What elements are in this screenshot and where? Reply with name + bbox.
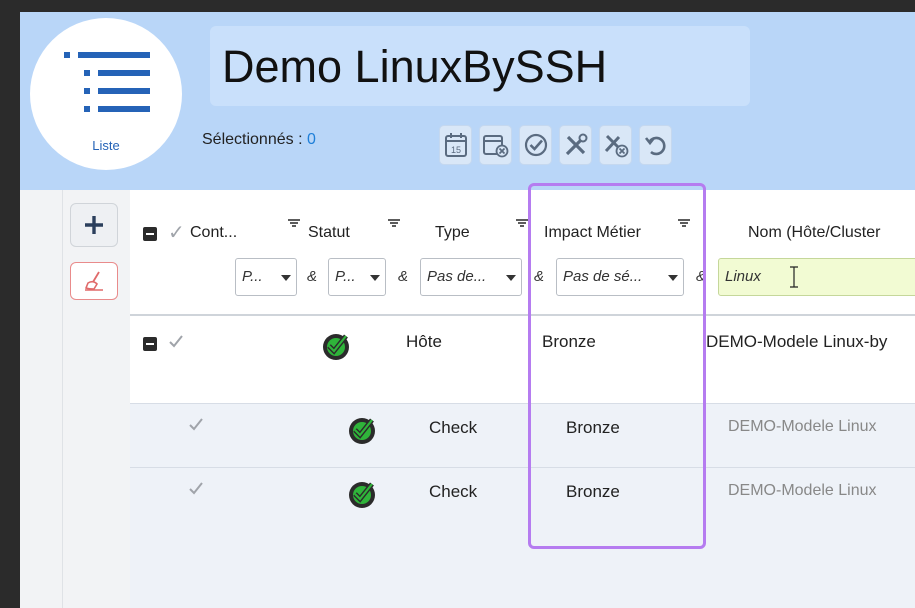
header: Liste Demo LinuxBySSH Sélectionnés : 0 1…	[20, 12, 915, 190]
table-row[interactable]: Check Bronze DEMO-Modele Linux	[130, 404, 915, 468]
sort-icon[interactable]	[288, 218, 300, 228]
plus-icon	[85, 216, 103, 234]
col-cont-header[interactable]: Cont...	[190, 224, 237, 242]
undo-button[interactable]	[639, 125, 672, 165]
cancel-maintenance-button[interactable]	[599, 125, 632, 165]
filter-impact-select[interactable]: Pas de sé...	[556, 258, 684, 296]
app-window: Liste Demo LinuxBySSH Sélectionnés : 0 1…	[20, 12, 915, 608]
selected-label: Sélectionnés :	[202, 131, 307, 148]
row-nom[interactable]: DEMO-Modele Linux-by	[706, 332, 887, 352]
filter-type-value: Pas de...	[427, 268, 487, 285]
filter-cont-value: P...	[242, 268, 263, 285]
clear-filters-button[interactable]	[70, 262, 118, 300]
filter-nom-value: Linux	[725, 268, 761, 285]
action-toolbar: 15	[439, 125, 672, 165]
acknowledge-check-icon[interactable]	[168, 333, 184, 349]
col-impact-header[interactable]: Impact Métier	[544, 224, 641, 242]
status-ok-icon	[349, 418, 375, 444]
selected-count[interactable]: 0	[307, 131, 316, 148]
row-impact: Bronze	[566, 418, 620, 437]
col-type-header[interactable]: Type	[435, 224, 470, 242]
maintenance-button[interactable]	[559, 125, 592, 165]
collapse-row-icon[interactable]	[142, 336, 158, 352]
text-cursor-icon	[790, 266, 798, 288]
list-icon	[64, 52, 150, 112]
table-row[interactable]: Hôte Bronze DEMO-Modele Linux-by	[130, 316, 915, 404]
row-impact: Bronze	[566, 482, 620, 501]
left-panel	[20, 190, 63, 608]
undo-icon	[644, 136, 666, 156]
row-nom[interactable]: DEMO-Modele Linux	[728, 418, 877, 436]
filter-statut-select[interactable]: P...	[328, 258, 386, 296]
calendar-cancel-icon	[482, 135, 508, 158]
title-field[interactable]: Demo LinuxBySSH	[210, 26, 750, 106]
table-row[interactable]: Check Bronze DEMO-Modele Linux	[130, 468, 915, 532]
acknowledge-check-icon[interactable]	[188, 480, 204, 496]
cancel-downtime-button[interactable]	[479, 125, 512, 165]
sort-icon[interactable]	[388, 218, 400, 228]
row-type: Check	[429, 418, 478, 437]
status-ok-icon	[349, 482, 375, 508]
chevron-down-icon	[370, 275, 380, 281]
chevron-down-icon	[506, 275, 516, 281]
filter-cont-select[interactable]: P...	[235, 258, 297, 296]
acknowledge-button[interactable]	[519, 125, 552, 165]
sort-icon[interactable]	[678, 218, 690, 228]
row-type: Hôte	[406, 332, 442, 351]
filter-statut-value: P...	[335, 268, 356, 285]
add-button[interactable]	[70, 203, 118, 247]
filter-nom-input[interactable]: Linux	[718, 258, 915, 296]
col-nom-header[interactable]: Nom (Hôte/Cluster	[748, 224, 880, 242]
filter-type-select[interactable]: Pas de...	[420, 258, 522, 296]
collapse-all-icon[interactable]	[142, 226, 158, 242]
tools-icon	[565, 133, 587, 156]
calendar-15-icon: 15	[444, 133, 467, 157]
acknowledge-check-icon[interactable]	[188, 416, 204, 432]
filter-separator: &	[398, 268, 409, 285]
selected-counter: Sélectionnés : 0	[202, 131, 316, 149]
filter-separator: &	[696, 268, 707, 285]
page-title: Demo LinuxBySSH	[222, 41, 608, 92]
sort-icon[interactable]	[516, 218, 528, 228]
check-circle-icon	[524, 133, 547, 157]
col-ack-header[interactable]: ✓	[168, 220, 185, 245]
list-view-button[interactable]: Liste	[30, 18, 182, 170]
row-nom[interactable]: DEMO-Modele Linux	[728, 482, 877, 500]
data-grid: ✓ Cont... Statut Type Impact Métier Nom …	[130, 190, 915, 608]
grid-header: ✓ Cont... Statut Type Impact Métier Nom …	[130, 190, 915, 316]
filter-impact-value: Pas de sé...	[563, 268, 643, 285]
filter-separator: &	[534, 268, 545, 285]
status-ok-icon	[323, 334, 349, 360]
logo-label: Liste	[92, 138, 120, 153]
filter-separator: &	[307, 268, 318, 285]
schedule-downtime-button[interactable]: 15	[439, 125, 472, 165]
tools-cancel-icon	[604, 134, 628, 158]
chevron-down-icon	[281, 275, 291, 281]
broom-icon	[84, 271, 103, 291]
svg-text:15: 15	[450, 145, 460, 155]
col-statut-header[interactable]: Statut	[308, 224, 350, 242]
row-type: Check	[429, 482, 478, 501]
chevron-down-icon	[668, 275, 678, 281]
row-impact: Bronze	[542, 332, 596, 351]
